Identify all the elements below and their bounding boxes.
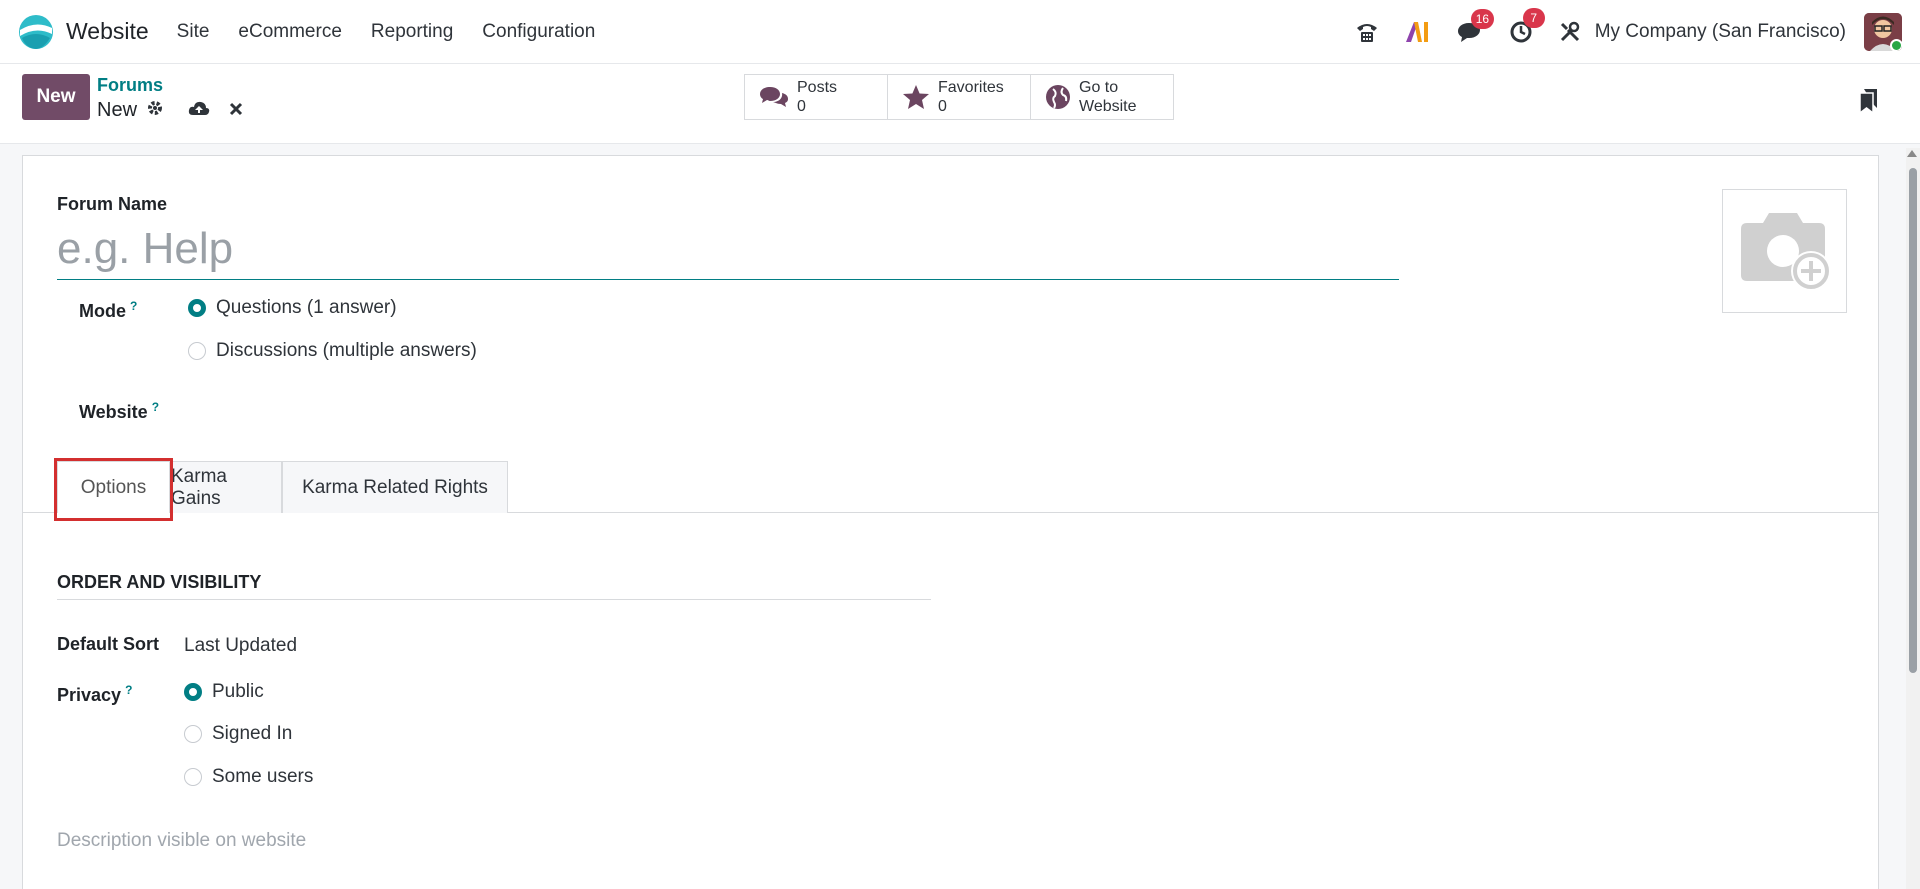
posts-count: 0 — [797, 98, 806, 115]
section-order-visibility: ORDER AND VISIBILITY — [57, 572, 931, 600]
company-switcher[interactable]: My Company (San Francisco) — [1595, 21, 1846, 43]
mode-help-icon[interactable]: ? — [130, 299, 137, 313]
mode-label-text: Mode — [79, 301, 126, 321]
website-label: Website — [1079, 98, 1137, 115]
website-help-icon[interactable]: ? — [152, 400, 159, 414]
website-label-text: Website — [79, 402, 148, 422]
discard-close-icon[interactable] — [229, 100, 243, 122]
privacy-help-icon[interactable]: ? — [125, 683, 132, 697]
default-sort-select[interactable]: Last Updated — [184, 635, 297, 657]
radio-checked[interactable] — [188, 299, 206, 317]
phone-icon[interactable] — [1355, 21, 1379, 43]
menu-reporting[interactable]: Reporting — [371, 21, 453, 43]
default-sort-label: Default Sort — [57, 634, 160, 654]
menu-ecommerce[interactable]: eCommerce — [238, 21, 341, 43]
main-menu: Site eCommerce Reporting Configuration — [177, 21, 625, 43]
new-button[interactable]: New — [22, 74, 90, 120]
control-panel: New Forums New Posts 0 Favorites 0 Go to We… — [0, 64, 1920, 144]
forum-name-placeholder: e.g. Help — [57, 224, 234, 273]
forum-name-label: Forum Name — [57, 194, 168, 214]
privacy-option-public[interactable]: Public — [184, 681, 264, 703]
privacy-option-signed-in[interactable]: Signed In — [184, 723, 292, 745]
radio-checked[interactable] — [184, 683, 202, 701]
top-navbar: Website Site eCommerce Reporting Configu… — [0, 0, 1920, 64]
camera-add-icon — [1740, 213, 1831, 291]
star-icon — [903, 85, 929, 109]
smart-buttons: Posts 0 Favorites 0 Go to Website — [744, 74, 1174, 120]
privacy-label-text: Privacy — [57, 685, 122, 705]
posts-smart-button[interactable]: Posts 0 — [745, 75, 888, 119]
mode-option-discussions[interactable]: Discussions (multiple answers) — [188, 340, 477, 362]
cloud-upload-icon[interactable] — [188, 100, 210, 122]
mode-label: Mode? — [79, 299, 137, 322]
favorites-count: 0 — [938, 98, 947, 115]
tools-icon[interactable] — [1559, 21, 1581, 43]
privacy-option-some-users[interactable]: Some users — [184, 766, 313, 788]
go-to-website-smart-button[interactable]: Go to Website — [1031, 75, 1173, 119]
messages-badge: 16 — [1470, 9, 1495, 29]
privacy-option-label: Some users — [212, 766, 314, 787]
favorites-label: Favorites — [938, 79, 1004, 96]
systray: 16 7 My Company (San Francisco) — [1329, 0, 1902, 64]
description-field[interactable]: Description visible on website — [57, 830, 306, 852]
privacy-option-label: Public — [212, 681, 264, 702]
activities-clock-icon[interactable]: 7 — [1509, 8, 1545, 44]
messages-icon[interactable]: 16 — [1457, 9, 1495, 43]
comments-icon — [760, 87, 788, 107]
website-label: Website? — [79, 400, 159, 423]
radio-unchecked[interactable] — [188, 342, 206, 360]
go-to-label: Go to — [1079, 79, 1119, 96]
forum-image-upload[interactable] — [1722, 189, 1847, 313]
breadcrumb-current-label: New — [97, 99, 138, 121]
mode-option-questions[interactable]: Questions (1 answer) — [188, 297, 397, 319]
form-sheet: Forum Name e.g. Help Mode? Questions (1 … — [22, 155, 1879, 889]
favorites-smart-button[interactable]: Favorites 0 — [888, 75, 1031, 119]
breadcrumb-forums[interactable]: Forums — [97, 75, 163, 96]
online-status-dot — [1890, 39, 1902, 51]
gear-icon[interactable] — [147, 99, 163, 122]
radio-unchecked[interactable] — [184, 725, 202, 743]
user-avatar[interactable] — [1864, 13, 1902, 51]
tab-karma-gains[interactable]: Karma Gains — [170, 461, 282, 513]
bookmark-icon[interactable] — [1858, 88, 1878, 120]
notebook-tabs: Options Karma Gains Karma Related Rights — [23, 461, 1878, 513]
options-tab-highlight — [54, 458, 173, 521]
privacy-option-label: Signed In — [212, 723, 293, 744]
forum-name-input[interactable]: e.g. Help — [57, 224, 1399, 280]
privacy-label: Privacy? — [57, 683, 132, 706]
website-app-icon — [19, 14, 53, 49]
ai-icon[interactable] — [1405, 21, 1431, 43]
posts-label: Posts — [797, 79, 838, 96]
scroll-up-arrow[interactable] — [1907, 150, 1917, 157]
app-brand[interactable]: Website — [18, 14, 149, 50]
app-name: Website — [66, 18, 149, 44]
breadcrumb-current: New — [97, 99, 163, 122]
globe-icon — [1046, 85, 1070, 109]
activities-badge: 7 — [1522, 8, 1545, 28]
scrollbar-thumb[interactable] — [1909, 168, 1917, 673]
menu-site[interactable]: Site — [177, 21, 210, 43]
tab-karma-related-rights[interactable]: Karma Related Rights — [282, 461, 508, 513]
mode-option-label: Questions (1 answer) — [216, 297, 397, 318]
radio-unchecked[interactable] — [184, 768, 202, 786]
mode-option-label: Discussions (multiple answers) — [216, 340, 477, 361]
menu-configuration[interactable]: Configuration — [482, 21, 595, 43]
